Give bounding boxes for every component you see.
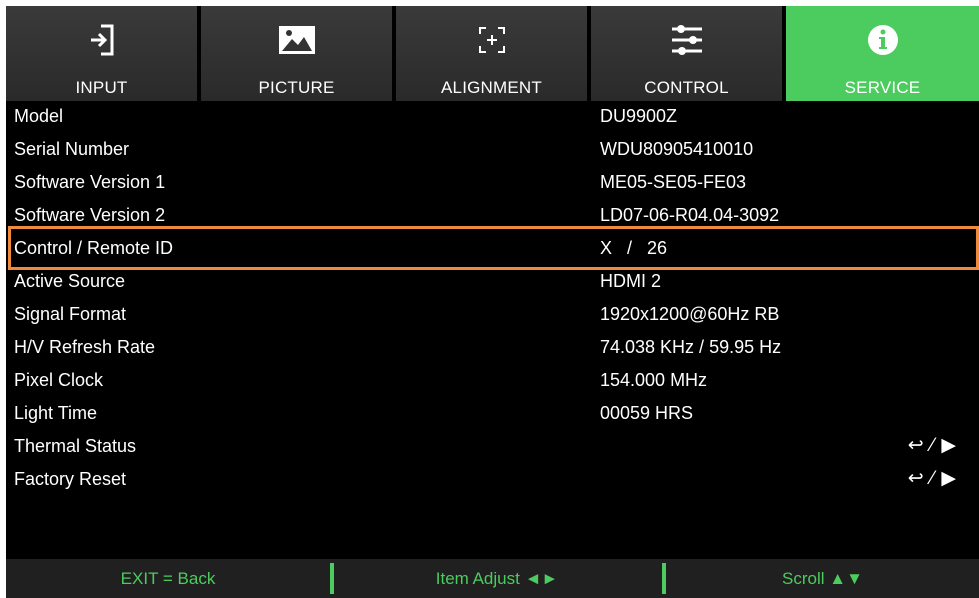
row-label: Light Time [14,403,98,423]
row-label: Pixel Clock [14,370,104,390]
row-light-time[interactable]: Light Time 00059 HRS [6,398,979,431]
row-value: 00059 HRS [600,403,694,423]
row-label: Active Source [14,271,126,291]
row-serial-number[interactable]: Serial Number WDU80905410010 [6,134,979,167]
tab-bar: INPUT PICTURE ALIGNMENT CONTROL SERVICE [6,6,979,101]
exit-back-hint: EXIT = Back [120,569,216,588]
row-label: Factory Reset [14,469,127,489]
row-value: HDMI 2 [600,271,662,291]
info-icon [863,20,903,60]
tab-control[interactable]: CONTROL [591,6,786,101]
row-value: 1920x1200@60Hz RB [600,304,780,324]
picture-icon [277,20,317,60]
input-icon [82,20,122,60]
row-value: 74.038 KHz / 59.95 Hz [600,337,782,357]
tab-picture[interactable]: PICTURE [201,6,396,101]
tab-input[interactable]: INPUT [6,6,201,101]
row-software-version-1[interactable]: Software Version 1 ME05-SE05-FE03 [6,167,979,200]
row-thermal-status[interactable]: Thermal Status ↩ ⁄ ▶ [6,431,979,464]
row-value: WDU80905410010 [600,139,754,159]
row-value: DU9900Z [600,106,678,126]
alignment-icon [472,20,512,60]
row-label: Serial Number [14,139,130,159]
row-label: Software Version 2 [14,205,166,225]
row-label: Software Version 1 [14,172,166,192]
control-sliders-icon [667,20,707,60]
scroll-hint: Scroll ▲▼ [782,569,863,588]
row-label: Model [14,106,64,126]
footer-hints: EXIT = Back Item Adjust ◄► Scroll ▲▼ [6,559,979,598]
osd-menu: INPUT PICTURE ALIGNMENT CONTROL SERVICE … [6,6,979,598]
enter-arrow-icon[interactable]: ↩ ⁄ ▶ [908,467,957,490]
item-adjust-hint: Item Adjust ◄► [435,569,559,588]
tab-control-label: CONTROL [644,78,729,97]
row-active-source[interactable]: Active Source HDMI 2 [6,266,979,299]
row-signal-format[interactable]: Signal Format 1920x1200@60Hz RB [6,299,979,332]
row-hv-refresh-rate[interactable]: H/V Refresh Rate 74.038 KHz / 59.95 Hz [6,332,979,365]
row-label: Thermal Status [14,436,137,456]
row-value: 154.000 MHz [600,370,708,390]
row-label: H/V Refresh Rate [14,337,156,357]
selection-highlight [8,226,979,270]
tab-picture-label: PICTURE [258,78,335,97]
row-pixel-clock[interactable]: Pixel Clock 154.000 MHz [6,365,979,398]
row-value: LD07-06-R04.04-3092 [600,205,780,225]
row-value: ME05-SE05-FE03 [600,172,747,192]
row-model[interactable]: Model DU9900Z [6,101,979,134]
tab-input-label: INPUT [75,78,128,97]
tab-service-label: SERVICE [844,78,921,97]
enter-arrow-icon[interactable]: ↩ ⁄ ▶ [908,434,957,457]
row-factory-reset[interactable]: Factory Reset ↩ ⁄ ▶ [6,464,979,497]
tab-alignment[interactable]: ALIGNMENT [396,6,591,101]
tab-service[interactable]: SERVICE [786,6,979,101]
tab-alignment-label: ALIGNMENT [441,78,542,97]
row-label: Signal Format [14,304,127,324]
